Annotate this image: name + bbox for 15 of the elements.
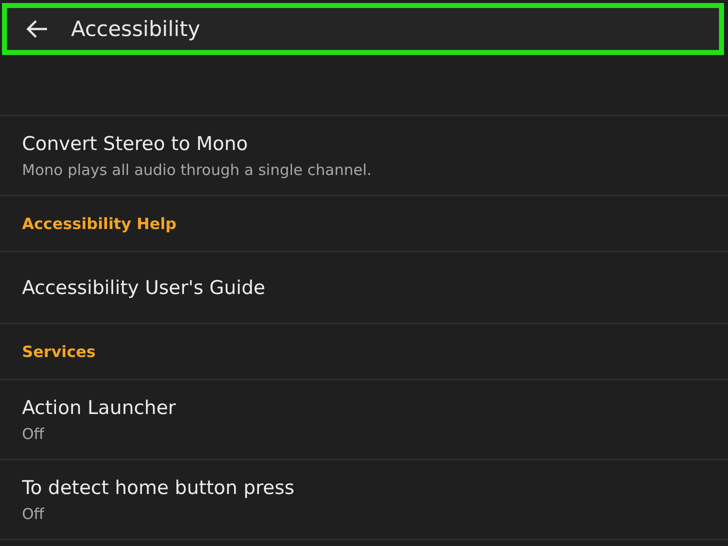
section-header: Accessibility Help (22, 214, 178, 232)
back-icon[interactable] (25, 19, 49, 39)
settings-row[interactable]: Accessibility User's Guide (0, 252, 728, 324)
section-header: Services (22, 342, 97, 360)
setting-title: Action Launcher (22, 396, 177, 418)
setting-title: Accessibility User's Guide (22, 276, 266, 298)
setting-title: Convert Stereo to Mono (22, 132, 249, 154)
settings-row[interactable]: To detect home button press Off (0, 460, 728, 540)
settings-row[interactable]: Action Launcher Off (0, 380, 728, 460)
setting-summary: Off (22, 504, 46, 522)
setting-summary: Off (22, 424, 46, 442)
setting-summary: Mono plays all audio through a single channel. (22, 160, 373, 178)
setting-title: To detect home button press (22, 476, 296, 498)
page-title: Accessibility (71, 17, 200, 41)
settings-row[interactable]: Convert Stereo to Mono Mono plays all audio through a single channel. (0, 116, 728, 196)
